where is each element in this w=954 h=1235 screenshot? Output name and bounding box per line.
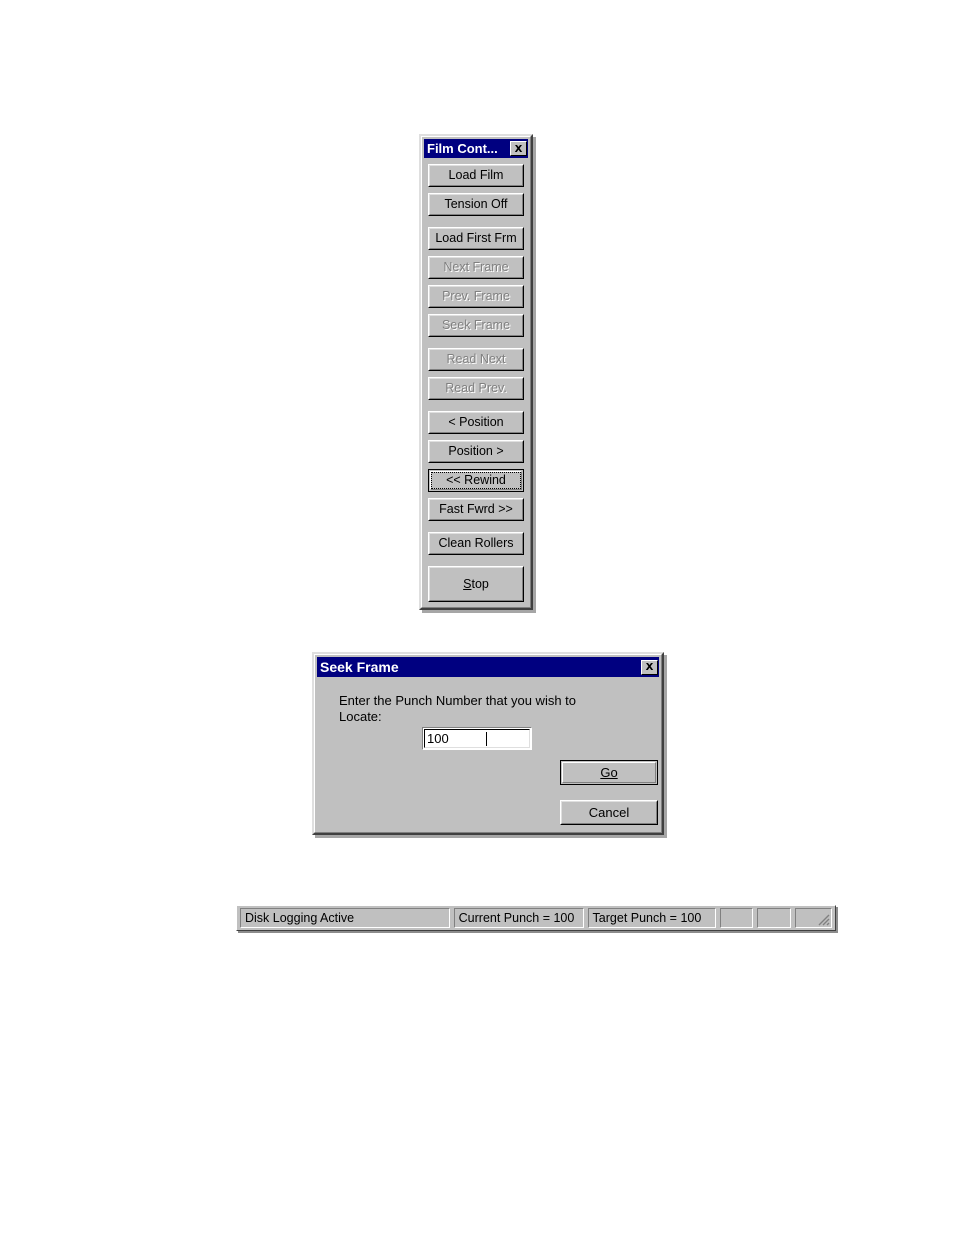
film-button-rewind[interactable]: << Rewind [428,469,524,492]
seek-frame-titlebar[interactable]: Seek Frame [317,657,659,677]
film-control-window[interactable]: Film Cont... Load Film Tension Off Load Fi… [419,134,533,610]
film-button-seek-frame: Seek Frame [428,314,524,337]
film-control-title: Film Cont... [427,141,498,156]
go-button[interactable]: Go [560,760,658,785]
film-button-tension-off[interactable]: Tension Off [428,193,524,216]
film-button-label: Load First Frm [429,228,523,249]
status-bar: Disk Logging Active Current Punch = 100 … [236,905,836,931]
seek-frame-title: Seek Frame [320,658,399,675]
film-button-clean-rollers[interactable]: Clean Rollers [428,532,524,555]
seek-frame-prompt: Enter the Punch Number that you wish to … [339,693,577,724]
status-pane-empty-2 [757,908,792,928]
film-button-label: Seek Frame [429,315,523,336]
film-button-next-frame: Next Frame [428,256,524,279]
film-button-label: Load Film [429,165,523,186]
film-button-position[interactable]: Position > [428,440,524,463]
go-button-label: Go [562,762,656,783]
status-pane-logging: Disk Logging Active [240,908,450,928]
go-button-accel: Go [600,765,618,780]
resize-grip-icon [818,914,830,926]
cancel-button-label: Cancel [561,801,657,824]
seek-frame-dialog[interactable]: Seek Frame Enter the Punch Number that y… [312,652,664,835]
film-button-stop[interactable]: Stop [428,566,524,602]
film-button-label: Stop [429,567,523,601]
punch-number-input[interactable] [427,731,487,746]
film-button-label: Read Prev. [429,378,523,399]
film-button-load-first-frm[interactable]: Load First Frm [428,227,524,250]
film-button-fast-fwrd[interactable]: Fast Fwrd >> [428,498,524,521]
punch-number-field-frame[interactable] [422,727,532,750]
status-pane-target-punch: Target Punch = 100 [587,908,716,928]
film-button-label: << Rewind [430,471,522,490]
close-icon[interactable] [641,659,658,675]
film-button-read-next: Read Next [428,348,524,371]
film-button-read-prev: Read Prev. [428,377,524,400]
film-button-label: Next Frame [429,257,523,278]
film-button-label: Read Next [429,349,523,370]
cancel-button[interactable]: Cancel [560,800,658,825]
status-pane-current-punch: Current Punch = 100 [453,908,584,928]
film-button-label: Tension Off [429,194,523,215]
close-icon[interactable] [510,141,527,156]
film-button-prev-frame: Prev. Frame [428,285,524,308]
film-button-label: Clean Rollers [429,533,523,554]
film-control-window-body: Film Cont... Load Film Tension Off Load Fi… [421,136,531,608]
text-caret [486,731,487,746]
film-button-position[interactable]: < Position [428,411,524,434]
film-button-label: Fast Fwrd >> [429,499,523,520]
punch-number-field-inner [424,729,530,748]
film-button-load-film[interactable]: Load Film [428,164,524,187]
film-control-button-list: Load Film Tension Off Load First Frm Next F… [424,158,528,602]
seek-frame-dialog-body: Seek Frame Enter the Punch Number that y… [314,654,662,833]
film-button-label: < Position [429,412,523,433]
status-pane-empty-1 [719,908,754,928]
status-pane-empty-3 [795,908,832,928]
film-button-label: Position > [429,441,523,462]
film-button-label: Prev. Frame [429,286,523,307]
film-control-titlebar[interactable]: Film Cont... [424,139,528,158]
film-button-accel: S [463,577,472,591]
